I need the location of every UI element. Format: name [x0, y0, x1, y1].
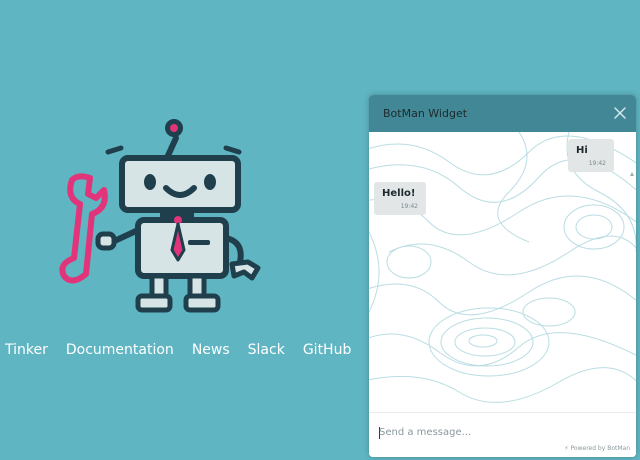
- chat-header: BotMan Widget: [369, 95, 636, 132]
- message-composer: ⚡ Powered by BotMan: [369, 412, 636, 457]
- nav-link-news[interactable]: News: [192, 342, 230, 358]
- nav-link-documentation[interactable]: Documentation: [66, 342, 174, 358]
- chat-widget: BotMan Widget Hi 19:42 Hello! 19:42 Send…: [369, 95, 636, 457]
- nav-link-slack[interactable]: Slack: [248, 342, 285, 358]
- message-time: 19:42: [400, 203, 418, 210]
- powered-by-label: Powered by BotMan: [570, 445, 630, 452]
- message-time: 19:42: [588, 160, 606, 167]
- main-nav: Tinker Documentation News Slack GitHub: [5, 342, 369, 358]
- message-text: Hello!: [382, 188, 416, 199]
- nav-link-tinker[interactable]: Tinker: [5, 342, 48, 358]
- close-icon[interactable]: [612, 105, 628, 121]
- topographic-background: [369, 132, 636, 403]
- message-input[interactable]: [379, 427, 619, 438]
- message-scrollbar[interactable]: [630, 172, 634, 412]
- botman-robot-logo: [59, 119, 261, 313]
- message-user: Hi 19:42: [568, 139, 614, 172]
- chat-title: BotMan Widget: [383, 107, 468, 120]
- powered-by[interactable]: ⚡ Powered by BotMan: [564, 445, 630, 452]
- message-text: Hi: [576, 145, 588, 156]
- lightning-icon: ⚡: [564, 445, 569, 452]
- nav-link-github[interactable]: GitHub: [303, 342, 352, 358]
- message-bot: Hello! 19:42: [374, 182, 426, 215]
- message-list[interactable]: Hi 19:42 Hello! 19:42: [369, 132, 636, 412]
